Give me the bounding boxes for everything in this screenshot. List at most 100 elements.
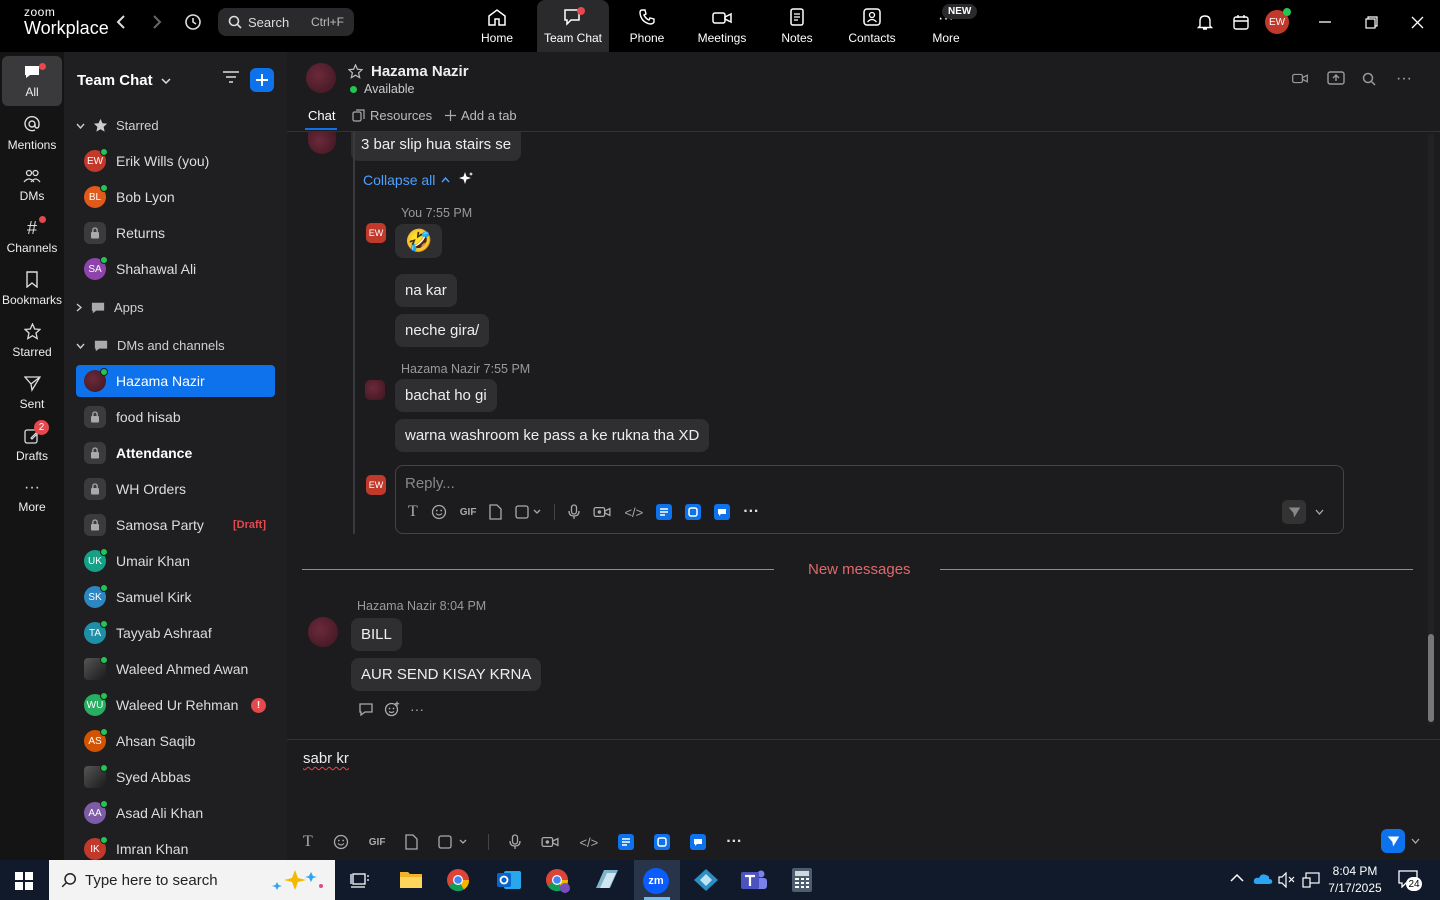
ai-sparkle-icon[interactable]: [458, 171, 474, 187]
sidebar-item-samosa-party[interactable]: Samosa Party [Draft]: [76, 509, 275, 541]
search-chat-icon[interactable]: [1362, 72, 1376, 86]
calendar-icon[interactable]: [1229, 10, 1253, 34]
chrome-icon[interactable]: [446, 868, 470, 892]
microphone-icon[interactable]: [568, 504, 581, 520]
rail-drafts[interactable]: 2 Drafts: [2, 420, 62, 470]
sidebar-item-tayyab-ashraaf[interactable]: TA Tayyab Ashraaf: [76, 617, 275, 649]
app-whiteboard-icon[interactable]: [714, 504, 731, 520]
app-docs-icon[interactable]: [656, 504, 673, 520]
message-bubble[interactable]: AUR SEND KISAY KRNA: [351, 658, 542, 691]
more-tools-icon[interactable]: ···: [743, 503, 759, 521]
message-bubble[interactable]: bachat ho gi: [395, 379, 497, 412]
video-call-icon[interactable]: [1291, 72, 1309, 85]
gif-icon[interactable]: GIF: [369, 837, 386, 848]
new-chat-button[interactable]: [250, 68, 274, 92]
more-tools-icon[interactable]: ···: [726, 833, 742, 851]
send-options-icon[interactable]: [1315, 509, 1324, 515]
sidebar-item-bob-lyon[interactable]: BL Bob Lyon: [76, 181, 275, 213]
nav-home[interactable]: Home: [461, 0, 533, 52]
sidebar-item-hazama-nazir[interactable]: Hazama Nazir: [76, 365, 275, 397]
forward-icon[interactable]: [145, 10, 169, 34]
sidebar-item-food-hisab[interactable]: food hisab: [76, 401, 275, 433]
thread-reply-box[interactable]: Reply... T GIF </> ···: [395, 465, 1344, 534]
format-text-icon[interactable]: T: [303, 833, 313, 851]
scrollbar-thumb[interactable]: [1428, 634, 1434, 722]
nav-more[interactable]: NEW ··· More: [910, 0, 982, 52]
app-icon[interactable]: [693, 868, 719, 892]
message-bubble[interactable]: BILL: [351, 618, 402, 651]
outlook-icon[interactable]: [496, 868, 522, 892]
chrome-profile-icon[interactable]: [545, 868, 571, 894]
app-whiteboard-icon[interactable]: [690, 834, 707, 850]
nav-meetings[interactable]: Meetings: [686, 0, 758, 52]
sidebar-title[interactable]: Team Chat: [77, 72, 171, 89]
sidebar-item-wh-orders[interactable]: WH Orders: [76, 473, 275, 505]
sidebar-item-asad-ali-khan[interactable]: AA Asad Ali Khan: [76, 797, 275, 829]
zoom-taskbar-active[interactable]: zm: [634, 860, 680, 900]
back-icon[interactable]: [109, 10, 133, 34]
contact-name[interactable]: Hazama Nazir: [371, 63, 469, 80]
sidebar-item-umair-khan[interactable]: UK Umair Khan: [76, 545, 275, 577]
nav-team-chat[interactable]: Team Chat: [537, 0, 609, 52]
rail-mentions[interactable]: Mentions: [2, 108, 62, 158]
message-more-icon[interactable]: ···: [410, 701, 424, 717]
bell-icon[interactable]: [1193, 10, 1217, 34]
sidebar-item-shahawal-ali[interactable]: SA Shahawal Ali: [76, 253, 275, 285]
section-starred[interactable]: Starred: [76, 118, 159, 133]
calculator-icon[interactable]: [791, 867, 813, 893]
rail-channels[interactable]: # Channels: [2, 212, 62, 262]
emoji-icon[interactable]: [333, 834, 349, 850]
restore-icon[interactable]: [1359, 10, 1383, 34]
nav-contacts[interactable]: Contacts: [836, 0, 908, 52]
message-bubble[interactable]: 3 bar slip hua stairs se: [351, 132, 522, 161]
video-message-icon[interactable]: [541, 835, 559, 849]
windows-start-icon[interactable]: [15, 872, 33, 890]
format-text-icon[interactable]: T: [408, 503, 418, 521]
rail-bookmarks[interactable]: Bookmarks: [2, 264, 62, 314]
rail-dms[interactable]: DMs: [2, 160, 62, 210]
task-view-icon[interactable]: [350, 871, 370, 889]
send-button[interactable]: [1381, 829, 1405, 853]
rail-all[interactable]: All: [2, 56, 62, 106]
sidebar-item-returns[interactable]: Returns: [76, 217, 275, 249]
nav-phone[interactable]: Phone: [611, 0, 683, 52]
star-outline-icon[interactable]: [348, 64, 363, 79]
contact-avatar[interactable]: [306, 63, 336, 93]
app-clips-icon[interactable]: [685, 504, 702, 520]
file-icon[interactable]: [489, 504, 503, 520]
collapse-all-button[interactable]: Collapse all: [363, 172, 450, 188]
sidebar-item-samuel-kirk[interactable]: SK Samuel Kirk: [76, 581, 275, 613]
screenshot-icon[interactable]: [438, 834, 468, 850]
nav-notes[interactable]: Notes: [761, 0, 833, 52]
microphone-icon[interactable]: [509, 834, 522, 850]
message-bubble[interactable]: na kar: [395, 274, 457, 307]
screenshot-icon[interactable]: [515, 504, 541, 520]
taskbar-clock[interactable]: 8:04 PM 7/17/2025: [1328, 863, 1382, 897]
rail-sent[interactable]: Sent: [2, 368, 62, 418]
sidebar-item-attendance[interactable]: Attendance: [76, 437, 275, 469]
sidebar-item-erik-wills-you[interactable]: EW Erik Wills (you): [76, 145, 275, 177]
tab-chat[interactable]: Chat: [308, 108, 335, 123]
section-dms-channels[interactable]: DMs and channels: [76, 338, 225, 353]
file-explorer-icon[interactable]: [399, 869, 423, 889]
chevron-up-icon[interactable]: [1230, 873, 1244, 882]
gif-icon[interactable]: GIF: [460, 507, 477, 518]
rail-starred[interactable]: Starred: [2, 316, 62, 366]
reply-input[interactable]: Reply...: [405, 475, 455, 492]
rail-more[interactable]: ··· More: [2, 472, 62, 522]
emoji-icon[interactable]: [431, 504, 447, 520]
tab-resources[interactable]: Resources: [352, 108, 432, 123]
video-message-icon[interactable]: [593, 505, 611, 519]
network-icon[interactable]: [1302, 872, 1320, 888]
composer-input[interactable]: sabr kr: [303, 750, 349, 767]
reply-icon[interactable]: [358, 702, 374, 717]
minimize-icon[interactable]: [1313, 10, 1337, 34]
app-icon[interactable]: [594, 868, 620, 892]
user-avatar[interactable]: EW: [1265, 8, 1291, 34]
app-clips-icon[interactable]: [654, 834, 671, 850]
code-icon[interactable]: </>: [624, 505, 643, 520]
sidebar-item-ahsan-saqib[interactable]: AS Ahsan Saqib: [76, 725, 275, 757]
message-bubble[interactable]: warna washroom ke pass a ke rukna tha XD: [395, 419, 710, 452]
notification-center-icon[interactable]: 24: [1398, 870, 1422, 891]
close-icon[interactable]: [1405, 10, 1429, 34]
